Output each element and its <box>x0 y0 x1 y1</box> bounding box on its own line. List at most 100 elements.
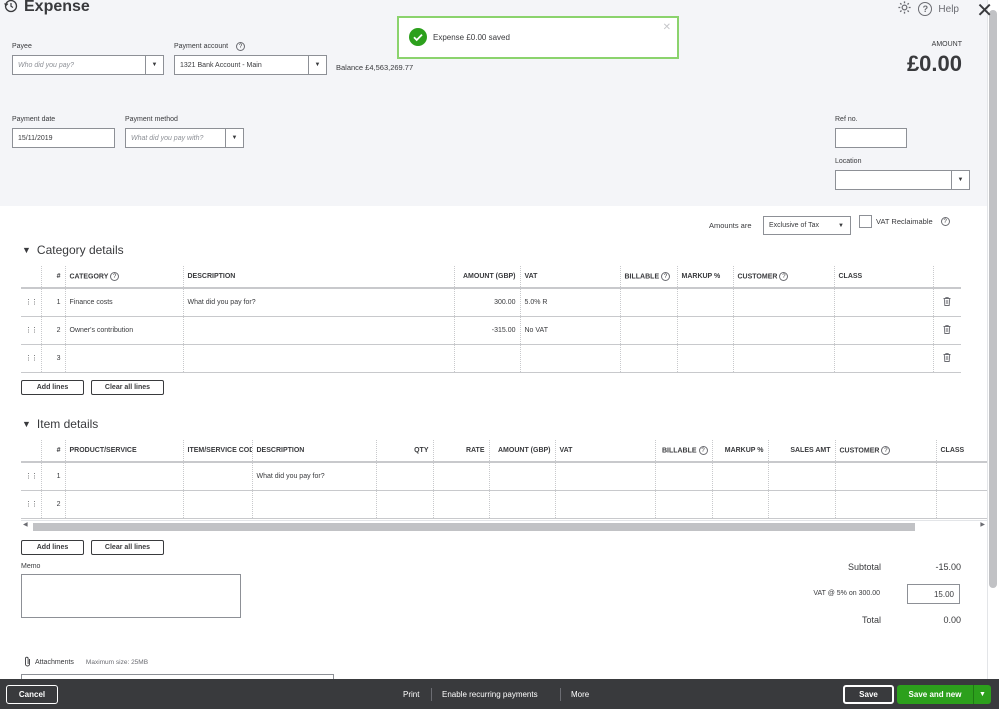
customer-cell[interactable] <box>732 288 834 317</box>
customer-cell[interactable] <box>732 344 834 373</box>
table-row[interactable]: ⋮⋮ 3 <box>21 344 961 373</box>
drag-handle-icon[interactable]: ⋮⋮ <box>21 316 41 345</box>
billable-cell[interactable] <box>619 316 677 345</box>
class-cell[interactable] <box>935 462 987 491</box>
markup-cell[interactable] <box>711 490 768 519</box>
info-icon[interactable]: ? <box>110 272 120 281</box>
info-icon[interactable]: ? <box>881 446 891 455</box>
chevron-down-icon[interactable]: ▼ <box>951 171 969 189</box>
amount-cell[interactable] <box>453 344 520 373</box>
category-cell[interactable]: Finance costs <box>64 288 183 317</box>
description-cell[interactable] <box>182 316 454 345</box>
table-row[interactable]: ⋮⋮ 1 Finance costs What did you pay for?… <box>21 288 961 317</box>
toast-close-icon[interactable]: ✕ <box>663 22 671 33</box>
vat-cell[interactable] <box>554 490 655 519</box>
qty-cell[interactable] <box>375 462 433 491</box>
customer-cell[interactable] <box>834 462 936 491</box>
chevron-down-icon[interactable]: ▼ <box>308 56 326 74</box>
drag-handle-icon[interactable]: ⋮⋮ <box>21 344 41 373</box>
class-cell[interactable] <box>833 316 933 345</box>
vertical-scrollbar-thumb[interactable] <box>989 10 997 588</box>
help-link[interactable]: Help <box>938 4 959 15</box>
amounts-are-select[interactable]: Exclusive of Tax ▼ <box>763 216 851 235</box>
info-icon[interactable]: ? <box>698 446 708 455</box>
class-cell[interactable] <box>833 344 933 373</box>
caret-down-icon[interactable]: ▼ <box>22 419 31 429</box>
payment-account-select[interactable]: 1321 Bank Account - Main ▼ <box>174 55 327 75</box>
rate-cell[interactable] <box>432 490 489 519</box>
horizontal-scrollbar-thumb[interactable] <box>33 523 915 531</box>
billable-cell[interactable] <box>654 490 712 519</box>
item-code-cell[interactable] <box>182 462 252 491</box>
chevron-down-icon[interactable]: ▼ <box>832 217 850 234</box>
save-and-new-button[interactable]: Save and new <box>897 685 973 704</box>
vat-cell[interactable] <box>519 344 620 373</box>
close-icon[interactable]: ✕ <box>976 0 993 23</box>
sales-amt-cell[interactable] <box>767 462 835 491</box>
chevron-down-icon[interactable]: ▼ <box>145 56 163 74</box>
qty-cell[interactable] <box>375 490 433 519</box>
customer-cell[interactable] <box>732 316 834 345</box>
customer-cell[interactable] <box>834 490 936 519</box>
amount-cell[interactable] <box>488 462 555 491</box>
horizontal-scrollbar[interactable]: ◀ ▶ <box>21 520 987 531</box>
trash-icon[interactable] <box>932 344 961 373</box>
description-cell[interactable] <box>251 490 376 519</box>
markup-cell[interactable] <box>676 288 733 317</box>
table-row[interactable]: ⋮⋮ 1 What did you pay for? <box>21 462 987 491</box>
vat-cell[interactable]: No VAT <box>519 316 620 345</box>
markup-cell[interactable] <box>711 462 768 491</box>
table-row[interactable]: ⋮⋮ 2 Owner's contribution -315.00 No VAT <box>21 316 961 345</box>
chevron-down-icon[interactable]: ▼ <box>979 691 986 698</box>
payment-method-select[interactable]: What did you pay with? ▼ <box>125 128 244 148</box>
recent-transactions-icon[interactable] <box>4 0 18 15</box>
drag-handle-icon[interactable]: ⋮⋮ <box>21 288 41 317</box>
markup-cell[interactable] <box>676 344 733 373</box>
info-icon[interactable]: ? <box>779 272 789 281</box>
print-link[interactable]: Print <box>403 685 419 704</box>
class-cell[interactable] <box>935 490 987 519</box>
vat-reclaimable-checkbox[interactable] <box>859 215 872 228</box>
amount-cell[interactable]: 300.00 <box>453 288 520 317</box>
vat-cell[interactable]: 5.0% R <box>519 288 620 317</box>
billable-cell[interactable] <box>619 344 677 373</box>
description-cell[interactable] <box>182 344 454 373</box>
table-row[interactable]: ⋮⋮ 2 <box>21 490 987 519</box>
caret-down-icon[interactable]: ▼ <box>22 245 31 255</box>
drag-handle-icon[interactable]: ⋮⋮ <box>21 490 41 519</box>
product-service-cell[interactable] <box>64 462 183 491</box>
vat-amount-input[interactable]: 15.00 <box>907 584 960 604</box>
scroll-right-icon[interactable]: ▶ <box>980 521 985 528</box>
cancel-button[interactable]: Cancel <box>6 685 58 704</box>
recurring-link[interactable]: Enable recurring payments <box>442 685 538 704</box>
clear-all-lines-button[interactable]: Clear all lines <box>91 540 164 555</box>
category-details-header[interactable]: ▼ Category details <box>22 243 124 257</box>
scroll-left-icon[interactable]: ◀ <box>23 521 28 528</box>
product-service-cell[interactable] <box>64 490 183 519</box>
item-code-cell[interactable] <box>182 490 252 519</box>
help-icon[interactable]: ? <box>918 2 933 16</box>
markup-cell[interactable] <box>676 316 733 345</box>
sales-amt-cell[interactable] <box>767 490 835 519</box>
location-select[interactable]: ▼ <box>835 170 970 190</box>
amount-cell[interactable]: -315.00 <box>453 316 520 345</box>
payee-select[interactable]: Who did you pay? ▼ <box>12 55 164 75</box>
item-details-header[interactable]: ▼ Item details <box>22 417 98 431</box>
payment-date-input[interactable]: 15/11/2019 <box>12 128 115 148</box>
info-icon[interactable]: ? <box>661 272 671 281</box>
amount-cell[interactable] <box>488 490 555 519</box>
category-cell[interactable] <box>64 344 183 373</box>
billable-cell[interactable] <box>619 288 677 317</box>
trash-icon[interactable] <box>932 288 961 317</box>
memo-textarea[interactable] <box>21 574 241 618</box>
more-link[interactable]: More <box>571 685 589 704</box>
category-cell[interactable]: Owner's contribution <box>64 316 183 345</box>
add-lines-button[interactable]: Add lines <box>21 540 84 555</box>
vat-cell[interactable] <box>554 462 655 491</box>
gear-icon[interactable] <box>897 0 912 18</box>
save-options-dropdown[interactable]: ▼ <box>973 685 991 704</box>
rate-cell[interactable] <box>432 462 489 491</box>
add-lines-button[interactable]: Add lines <box>21 380 84 395</box>
trash-icon[interactable] <box>932 316 961 345</box>
ref-no-input[interactable] <box>835 128 907 148</box>
